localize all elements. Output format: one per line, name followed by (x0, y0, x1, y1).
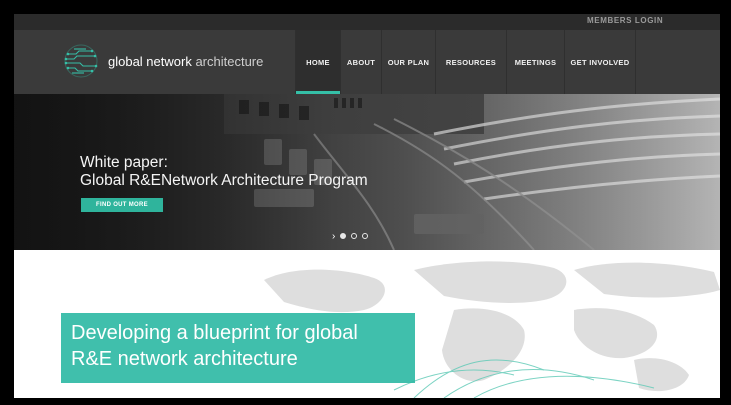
slide-dot-3[interactable] (362, 233, 369, 239)
nav-item-meetings[interactable]: MEETINGS (506, 30, 564, 94)
hero-slider: White paper: Global R&ENetwork Architect… (14, 94, 720, 250)
blueprint-headline-box: Developing a blueprint for global R&E ne… (61, 313, 415, 383)
hero-title-line-1: White paper: (80, 154, 168, 171)
find-out-more-button[interactable]: FIND OUT MORE (81, 198, 163, 212)
site-logo-text[interactable]: global network architecture (108, 54, 263, 69)
nav-item-about[interactable]: ABOUT (340, 30, 381, 94)
slide-dot-1[interactable] (340, 233, 347, 239)
page: MEMBERS LOGIN global network architectur… (14, 14, 720, 398)
headline-line-2: R&E network architecture (71, 348, 298, 370)
hero-title: White paper: Global R&ENetwork Architect… (80, 154, 368, 190)
nav-item-our-plan[interactable]: OUR PLAN (381, 30, 435, 94)
nav-item-resources[interactable]: RESOURCES (435, 30, 506, 94)
next-slide-arrow-icon[interactable]: › (332, 231, 335, 242)
intro-section: Developing a blueprint for global R&E ne… (14, 250, 720, 398)
hero-title-line-2: Global R&ENetwork Architecture Program (80, 172, 368, 189)
top-utility-bar: MEMBERS LOGIN (14, 14, 720, 30)
headline-line-1: Developing a blueprint for global (71, 322, 358, 344)
members-login-link[interactable]: MEMBERS LOGIN (587, 16, 663, 25)
logo-text-secondary: architecture (191, 54, 264, 69)
main-nav: HOME ABOUT OUR PLAN RESOURCES MEETINGS G… (295, 30, 636, 94)
slider-controls: › (332, 230, 369, 242)
logo-text-primary: global network (108, 54, 192, 69)
site-header: global network architecture HOME ABOUT O… (14, 30, 720, 94)
circuit-globe-icon[interactable] (62, 42, 100, 80)
slide-dot-2[interactable] (351, 233, 358, 239)
nav-item-get-involved[interactable]: GET INVOLVED (564, 30, 636, 94)
nav-item-home[interactable]: HOME (295, 30, 340, 94)
